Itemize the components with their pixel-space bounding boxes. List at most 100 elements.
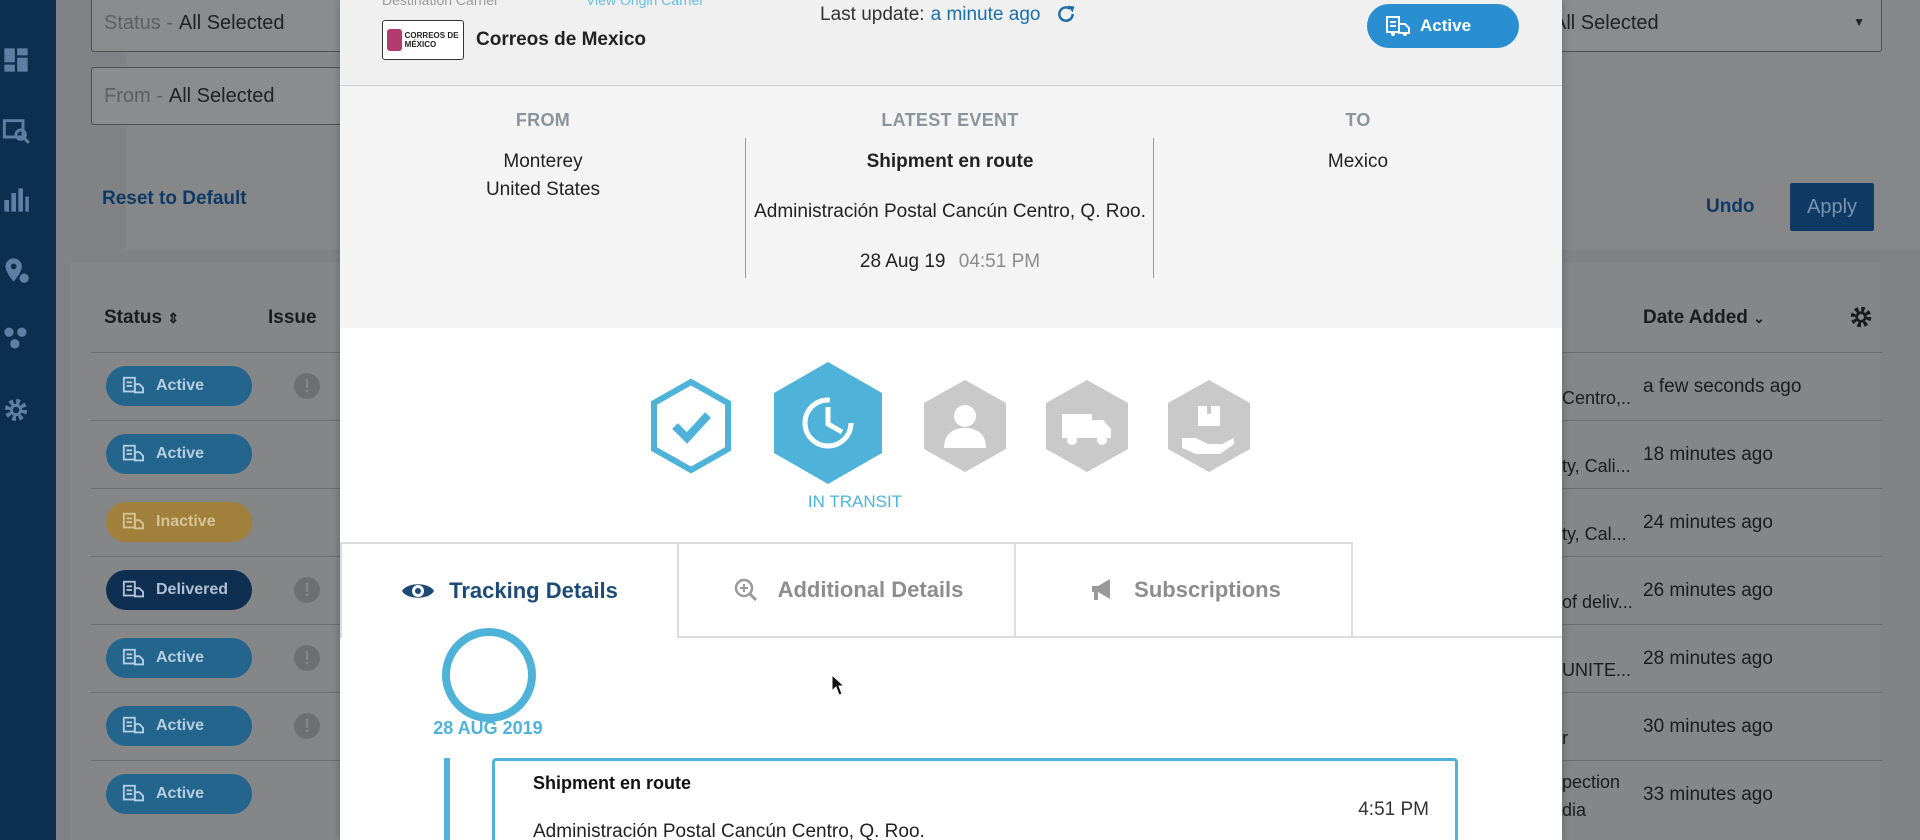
latest-event-datetime: 28 Aug 19 04:51 PM [746, 248, 1154, 276]
destination-cell: of deliv... [1562, 592, 1632, 612]
status-filter-select[interactable]: Status - All Selected [91, 0, 351, 52]
chevron-down-icon: ▼ [1853, 15, 1865, 29]
issue-warning-icon[interactable]: ! [294, 645, 320, 671]
apply-button[interactable]: Apply [1790, 183, 1874, 231]
tab-tracking-details[interactable]: Tracking Details [340, 542, 679, 638]
shipment-icon [122, 716, 144, 734]
destination-cell: UNITE... [1562, 660, 1632, 680]
search-shipments-icon[interactable] [0, 114, 32, 146]
date-added-cell: 24 minutes ago [1643, 512, 1773, 533]
last-update: Last update: a minute ago [820, 4, 1040, 26]
location-settings-icon[interactable] [0, 254, 32, 286]
from-filter-select[interactable]: From - All Selected [91, 67, 351, 125]
tab-additional-details-label: Additional Details [777, 577, 964, 602]
shipment-detail-modal: Destination Carrier View Origin Carrier … [340, 0, 1562, 840]
carrier-logo: CORREOS DE MÉXICO [382, 20, 464, 60]
latest-event-heading: LATEST EVENT [881, 110, 1019, 130]
from-heading: FROM [515, 110, 571, 130]
status-badge: Delivered [106, 570, 252, 610]
settings-gear-icon[interactable] [0, 394, 32, 426]
shipment-icon [122, 376, 144, 394]
status-filter-value: All Selected [178, 11, 285, 34]
status-badge-label: Inactive [156, 513, 216, 530]
carrier-logo-text: CORREOS DE MÉXICO [404, 31, 459, 49]
table-settings-gear-icon[interactable] [1848, 304, 1874, 330]
analytics-icon[interactable] [0, 184, 32, 216]
timeline-event-card[interactable]: Shipment en route 4:51 PM Administración… [492, 758, 1458, 840]
date-added-cell: 33 minutes ago [1643, 784, 1773, 805]
carrier-name: Correos de Mexico [476, 29, 646, 50]
delivered-package-hand-stage-icon [1166, 378, 1252, 474]
megaphone-icon [1092, 579, 1111, 600]
timeline-date-marker [442, 628, 536, 722]
event-time: 4:51 PM [1358, 799, 1429, 820]
mouse-cursor [831, 673, 846, 696]
date-added-cell: 18 minutes ago [1643, 444, 1773, 465]
status-badge: Active [106, 366, 252, 406]
destination-cell: pection [1562, 772, 1621, 792]
shipment-icon [122, 444, 144, 462]
status-badge-label: Active [156, 377, 205, 394]
destination-cell: ty, Cal... [1562, 524, 1627, 544]
status-badge: Inactive [106, 502, 252, 542]
latest-event-date: 28 Aug 19 [859, 251, 946, 272]
shipment-summary: FROM Monterey United States LATEST EVENT… [340, 86, 1562, 328]
modal-header: Destination Carrier View Origin Carrier … [340, 0, 1562, 86]
date-added-cell: a few seconds ago [1643, 376, 1802, 397]
shipment-icon [1386, 16, 1410, 36]
current-stage-label: IN TRANSIT [807, 492, 903, 511]
date-added-cell: 26 minutes ago [1643, 580, 1773, 601]
timeline-bar [444, 758, 450, 840]
event-location: Administración Postal Cancún Centro, Q. … [533, 821, 925, 840]
destination-cell: r [1562, 728, 1568, 748]
undo-link[interactable]: Undo [1706, 196, 1755, 218]
issue-warning-icon[interactable]: ! [294, 373, 320, 399]
latest-event-time: 04:51 PM [958, 251, 1041, 272]
customs-person-stage-icon [922, 378, 1008, 474]
to-column: TO Mexico [1154, 86, 1562, 328]
tab-tracking-details-label: Tracking Details [449, 578, 618, 603]
status-pill-label: Active [1420, 16, 1472, 35]
destination-cell-line2: dia [1562, 800, 1587, 820]
tab-additional-details[interactable]: Additional Details [677, 542, 1016, 638]
destination-cell: Centro,... [1562, 388, 1632, 408]
dashboard-icon[interactable] [0, 44, 32, 76]
status-badge-label: Delivered [156, 581, 229, 598]
integrations-icon[interactable] [0, 322, 32, 354]
issue-warning-icon[interactable]: ! [294, 713, 320, 739]
chevron-down-icon: ⌄ [1753, 310, 1765, 326]
reset-to-default-link[interactable]: Reset to Default [102, 188, 247, 210]
from-filter-value: All Selected [168, 84, 275, 107]
column-header-issue[interactable]: Issue [268, 307, 317, 329]
left-sidebar [0, 0, 56, 840]
tab-subscriptions[interactable]: Subscriptions [1014, 542, 1353, 638]
latest-event-title: Shipment en route [866, 151, 1034, 172]
issue-warning-icon[interactable]: ! [294, 577, 320, 603]
right-filter-select[interactable]: All Selected ▼ [1540, 0, 1882, 52]
status-filter-label: Status - [104, 11, 173, 34]
from-column: FROM Monterey United States [340, 86, 746, 328]
to-heading: TO [1345, 110, 1371, 130]
summary-divider [1153, 138, 1154, 278]
refresh-icon[interactable] [1056, 4, 1076, 24]
column-header-date-added[interactable]: Date Added ⌄ [1643, 307, 1765, 329]
column-header-status[interactable]: Status ⇕ [104, 307, 179, 329]
view-origin-carrier-link[interactable]: View Origin Carrier [586, 0, 704, 8]
latest-event-location: Administración Postal Cancún Centro, Q. … [754, 201, 1146, 222]
destination-carrier-label: Destination Carrier [382, 0, 499, 8]
from-city: Monterey [503, 151, 583, 172]
shipment-icon [122, 512, 144, 530]
status-badge: Active [106, 434, 252, 474]
date-added-cell: 30 minutes ago [1643, 716, 1773, 737]
destination-cell: ty, Cali... [1562, 456, 1631, 476]
status-badge-label: Active [156, 649, 205, 666]
out-for-delivery-truck-stage-icon [1044, 378, 1130, 474]
detail-tabs: Tracking Details Additional Details Subs… [340, 542, 1453, 638]
summary-divider [745, 138, 746, 278]
right-filter-value: All Selected [1553, 11, 1659, 34]
from-country: United States [485, 179, 601, 200]
latest-event-column: LATEST EVENT Shipment en route Administr… [746, 86, 1154, 328]
info-received-stage-icon [648, 378, 734, 474]
search-plus-icon [734, 578, 757, 602]
event-title: Shipment en route [533, 773, 692, 793]
